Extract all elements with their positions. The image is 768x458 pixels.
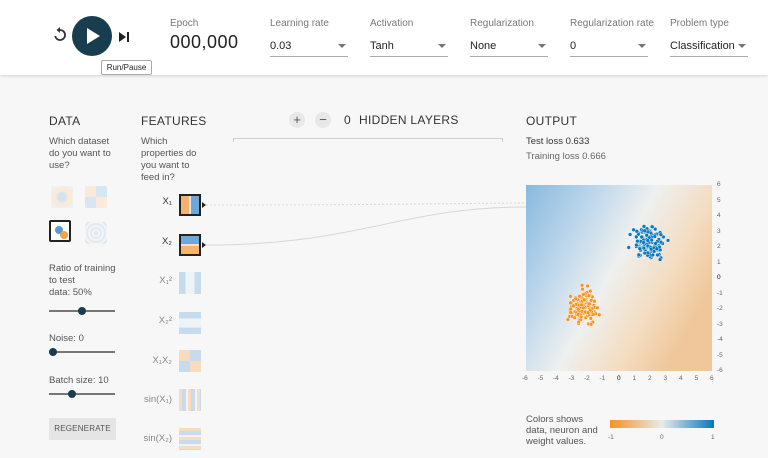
legend-text: Colors shows data, neuron and weight val… <box>526 414 598 447</box>
y-tick-label: 2 <box>717 243 721 250</box>
x-tick-label: -2 <box>584 375 590 382</box>
positive-point <box>642 228 647 233</box>
y-tick-label: -2 <box>717 305 723 312</box>
negative-point <box>579 302 584 307</box>
negative-point <box>577 294 582 299</box>
x-tick-label: 5 <box>694 375 699 382</box>
positive-point <box>648 247 654 252</box>
positive-point <box>658 257 663 262</box>
add-layer-button[interactable]: + <box>289 112 305 128</box>
y-tick-label: 0 <box>717 274 721 281</box>
negative-point <box>568 294 573 299</box>
legend-line: weight values. <box>526 436 587 447</box>
hidden-layers-title: HIDDEN LAYERS <box>359 113 459 127</box>
negative-point <box>585 283 590 289</box>
positive-point <box>637 246 642 251</box>
negative-point <box>568 300 573 305</box>
negative-point <box>579 283 585 288</box>
training-loss: Training loss 0.666 <box>526 151 606 162</box>
negative-point <box>576 319 581 325</box>
x-tick-label: 4 <box>679 375 683 382</box>
y-tick-label: 5 <box>717 196 721 204</box>
negative-point <box>586 293 591 298</box>
x-tick-label: -4 <box>553 375 559 382</box>
negative-point <box>587 301 592 306</box>
positive-point <box>634 242 639 248</box>
negative-point <box>576 307 581 312</box>
positive-point <box>650 252 655 258</box>
positive-point <box>655 252 660 258</box>
x-tick-label: 1 <box>632 375 637 382</box>
positive-point <box>652 234 657 239</box>
legend-line: Colors shows <box>526 414 584 425</box>
x-tick-label: -6 <box>522 375 528 382</box>
legend-tick: -1 <box>608 434 614 441</box>
x-tick-label: 2 <box>648 375 652 382</box>
output-plot <box>526 185 712 371</box>
positive-point <box>653 241 658 246</box>
negative-point <box>581 292 586 297</box>
positive-point <box>627 232 633 237</box>
test-loss: Test loss 0.633 <box>526 136 590 147</box>
positive-point <box>634 229 639 234</box>
x-tick-label: 0 <box>617 375 621 382</box>
positive-point <box>649 237 654 243</box>
positive-point <box>641 245 646 251</box>
legend-tick: 0 <box>660 434 664 441</box>
negative-point <box>591 312 596 317</box>
positive-point <box>641 240 646 245</box>
x-tick-label: 6 <box>710 375 714 382</box>
negative-point <box>582 297 587 303</box>
color-legend-bar <box>610 420 714 428</box>
hidden-layer-count: 0 <box>344 113 351 127</box>
positive-point <box>645 238 650 243</box>
positive-point <box>645 250 650 255</box>
y-tick-label: 6 <box>717 181 721 188</box>
legend-line: data, neuron and <box>526 425 598 436</box>
negative-point <box>568 306 573 312</box>
output-title: OUTPUT <box>526 114 578 128</box>
negative-point <box>573 296 578 301</box>
y-tick-label: 3 <box>717 227 721 235</box>
negative-point <box>572 315 577 320</box>
negative-point <box>588 288 593 294</box>
y-tick-label: 4 <box>717 212 721 219</box>
y-tick-label: -5 <box>717 351 723 359</box>
positive-point <box>636 252 641 257</box>
negative-point <box>597 312 602 317</box>
negative-point <box>585 310 591 315</box>
remove-layer-button[interactable]: − <box>315 112 331 128</box>
positive-point <box>654 246 659 251</box>
negative-point <box>595 305 600 310</box>
positive-point <box>650 224 655 229</box>
x-tick-label: -1 <box>599 375 606 382</box>
positive-point <box>665 238 671 243</box>
legend-tick: 1 <box>711 434 715 441</box>
negative-point <box>588 322 594 327</box>
y-tick-label: -1 <box>717 289 723 297</box>
negative-point <box>589 298 594 303</box>
y-tick-label: -3 <box>717 320 723 328</box>
negative-point <box>580 287 585 292</box>
x-tick-label: -3 <box>568 375 575 382</box>
heatmap-background <box>526 185 712 371</box>
negative-point <box>576 312 581 317</box>
link-x2 <box>205 206 527 246</box>
x-tick-label: -5 <box>537 375 544 382</box>
negative-point <box>571 303 576 308</box>
y-tick-label: -6 <box>717 367 723 374</box>
positive-point <box>635 238 640 244</box>
positive-point <box>634 234 639 239</box>
output-heatmap <box>526 185 712 371</box>
y-tick-label: 1 <box>717 258 721 266</box>
positive-point <box>626 245 631 250</box>
x-tick-label: 3 <box>663 375 668 382</box>
positive-point <box>658 232 663 237</box>
y-tick-label: -4 <box>717 336 723 343</box>
hidden-layer-bracket <box>233 138 503 142</box>
link-x1 <box>205 202 527 206</box>
positive-point <box>641 224 647 229</box>
